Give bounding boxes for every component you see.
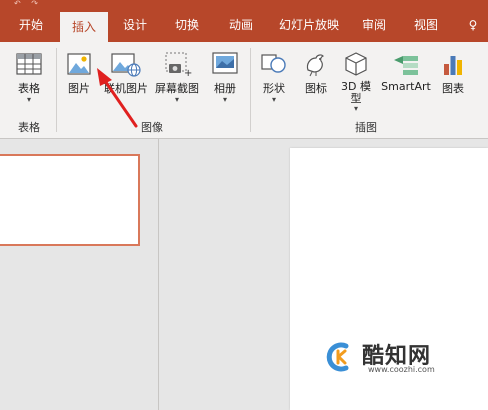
tab-slideshow[interactable]: 幻灯片放映 bbox=[273, 8, 345, 42]
quick-access-toolbar[interactable]: ↶ ↷ bbox=[14, 0, 84, 8]
shapes-button-label: 形状 bbox=[263, 82, 285, 95]
3d-cube-icon bbox=[345, 52, 367, 76]
picture-icon bbox=[67, 53, 91, 75]
ribbon-insert: 表格 ▾ 表格 图片 联机图片 + 屏幕截图 ▾ 相册 ▾ 图像 形状 ▾ 图标… bbox=[0, 42, 488, 139]
picture-button-label: 图片 bbox=[68, 82, 90, 95]
ribbon-tab-bar: 开始 插入 设计 切换 动画 幻灯片放映 审阅 视图 ♀ bbox=[0, 8, 488, 46]
group-label-tables: 表格 bbox=[18, 121, 40, 134]
chevron-down-icon: ▾ bbox=[174, 95, 179, 104]
slide-thumbnail-1[interactable] bbox=[0, 154, 140, 246]
tab-insert[interactable]: 插入 bbox=[60, 12, 108, 46]
online-picture-button-label: 联机图片 bbox=[104, 82, 148, 95]
screenshot-icon: + bbox=[165, 52, 192, 78]
tab-animations[interactable]: 动画 bbox=[218, 8, 264, 42]
tab-tell-me[interactable]: ♀ bbox=[458, 8, 488, 42]
photo-album-icon bbox=[212, 52, 238, 74]
photo-album-button-label: 相册 bbox=[214, 82, 236, 95]
watermark-logo-icon bbox=[326, 342, 349, 372]
smartart-button[interactable]: SmartArt bbox=[378, 50, 434, 93]
chevron-down-icon: ▾ bbox=[26, 95, 31, 104]
picture-button[interactable]: 图片 bbox=[60, 50, 98, 96]
photo-album-button[interactable]: 相册 ▾ bbox=[206, 50, 244, 104]
icons-button[interactable]: 图标 bbox=[298, 50, 334, 96]
chart-button[interactable]: 图表 bbox=[436, 50, 470, 96]
tab-view[interactable]: 视图 bbox=[404, 8, 448, 42]
group-label-illustrations: 插图 bbox=[355, 121, 377, 134]
table-icon bbox=[16, 53, 42, 75]
table-button-label: 表格 bbox=[18, 82, 40, 95]
3d-models-button[interactable]: 3D 模 型 ▾ bbox=[336, 50, 376, 113]
tab-review[interactable]: 审阅 bbox=[352, 8, 396, 42]
chevron-down-icon: ▾ bbox=[353, 104, 358, 113]
screenshot-button-label: 屏幕截图 bbox=[155, 82, 199, 95]
online-picture-icon bbox=[111, 53, 141, 77]
chevron-down-icon: ▾ bbox=[222, 95, 227, 104]
shapes-icon bbox=[261, 54, 286, 73]
table-button[interactable]: 表格 ▾ bbox=[10, 50, 48, 104]
smartart-button-label: SmartArt bbox=[381, 80, 431, 93]
watermark: 酷知网 www.coozhi.com bbox=[324, 338, 464, 378]
online-picture-button[interactable]: 联机图片 bbox=[101, 50, 151, 96]
chevron-down-icon: ▾ bbox=[271, 95, 276, 104]
watermark-url: www.coozhi.com bbox=[368, 365, 435, 374]
tab-design[interactable]: 设计 bbox=[112, 8, 158, 42]
slide-thumbnail-pane[interactable] bbox=[0, 139, 159, 410]
icons-button-label: 图标 bbox=[305, 82, 327, 95]
svg-text:+: + bbox=[184, 68, 192, 78]
group-divider bbox=[56, 48, 57, 132]
smartart-icon bbox=[394, 56, 418, 75]
tab-transitions[interactable]: 切换 bbox=[164, 8, 210, 42]
chart-button-label: 图表 bbox=[442, 82, 464, 95]
group-divider bbox=[250, 48, 251, 132]
icons-icon bbox=[306, 54, 325, 77]
title-bar: ↶ ↷ bbox=[0, 0, 488, 8]
tab-home[interactable]: 开始 bbox=[8, 8, 54, 42]
chart-icon bbox=[444, 56, 462, 75]
shapes-button[interactable]: 形状 ▾ bbox=[254, 50, 294, 104]
screenshot-button[interactable]: + 屏幕截图 ▾ bbox=[152, 50, 202, 104]
group-label-images: 图像 bbox=[141, 121, 163, 134]
